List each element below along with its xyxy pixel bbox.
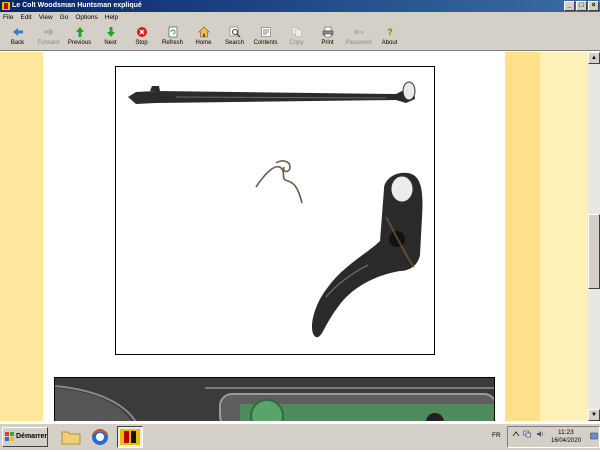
forward-button[interactable]: Forward [33, 23, 64, 51]
forward-label: Forward [37, 40, 60, 46]
menu-view[interactable]: View [39, 12, 53, 23]
maximize-button[interactable]: □ [576, 1, 587, 11]
next-button[interactable]: Next [95, 23, 126, 51]
clock-time[interactable]: 11:23 [558, 429, 574, 436]
refresh-button[interactable]: Refresh [157, 23, 188, 51]
menu-bar: File Edit View Go Options Help [0, 12, 600, 23]
password-label: Password [345, 40, 372, 46]
start-button[interactable]: Démarrer [2, 427, 48, 447]
left-decorative-stripe [0, 52, 43, 421]
stop-button[interactable]: Stop [126, 23, 157, 51]
tray-expand-icon[interactable] [512, 430, 520, 438]
windows-logo-icon [5, 432, 14, 441]
question-icon: ? [387, 27, 393, 37]
home-icon [197, 26, 210, 38]
refresh-icon [168, 26, 177, 38]
printer-icon [322, 26, 333, 38]
menu-options[interactable]: Options [75, 12, 97, 23]
previous-button[interactable]: Previous [64, 23, 95, 51]
about-label: About [381, 40, 398, 46]
vertical-scrollbar[interactable]: ▲ ▼ [588, 52, 600, 421]
search-icon [229, 26, 240, 38]
parts-photo-drawing [128, 81, 423, 338]
contents-button[interactable]: Contents [250, 23, 281, 51]
mechanism-diagram [54, 377, 495, 421]
scroll-up-arrow[interactable]: ▲ [588, 52, 600, 64]
copy-label: Copy [289, 40, 304, 46]
window-titlebar: Le Colt Woodsman Huntsman expliqué _ □ × [0, 0, 600, 12]
back-button[interactable]: Back [2, 23, 33, 51]
search-label: Search [224, 40, 244, 46]
browser-icon[interactable] [89, 427, 111, 447]
parts-photo [115, 66, 435, 355]
app-icon [2, 2, 10, 10]
stop-icon [136, 27, 147, 37]
menu-file[interactable]: File [3, 12, 13, 23]
close-button[interactable]: × [588, 1, 599, 11]
next-label: Next [104, 40, 117, 46]
previous-label: Previous [67, 40, 92, 46]
help-content-pane [0, 52, 588, 421]
start-label: Démarrer [16, 433, 48, 440]
copy-icon [291, 27, 302, 37]
toolbar: Back Forward Previous Next Stop Refresh … [0, 23, 600, 51]
forward-arrow-icon [43, 28, 54, 36]
folder-icon[interactable] [60, 427, 82, 447]
contents-icon [260, 27, 271, 37]
menu-edit[interactable]: Edit [20, 12, 31, 23]
up-arrow-icon [75, 27, 84, 37]
right-decorative-stripe [505, 52, 540, 421]
window-title: Le Colt Woodsman Huntsman expliqué [12, 2, 142, 9]
show-desktop-icon[interactable] [590, 432, 598, 440]
network-icon[interactable] [523, 430, 531, 438]
contents-label: Contents [253, 40, 278, 46]
right-decorative-stripe-light [540, 52, 588, 421]
language-indicator[interactable]: FR [492, 432, 501, 439]
clock-date[interactable]: 16/04/2020 [551, 438, 581, 444]
down-arrow-icon [106, 27, 115, 37]
volume-icon[interactable] [536, 430, 544, 438]
home-button[interactable]: Home [188, 23, 219, 51]
search-button[interactable]: Search [219, 23, 250, 51]
mechanism-diagram-drawing [55, 378, 494, 421]
print-label: Print [321, 40, 334, 46]
menu-help[interactable]: Help [105, 12, 118, 23]
svg-text:?: ? [387, 27, 393, 37]
taskbar: Démarrer FR 11:23 16/04/2020 [0, 423, 600, 450]
key-icon [353, 29, 364, 35]
scroll-thumb[interactable] [588, 214, 600, 289]
menu-go[interactable]: Go [60, 12, 69, 23]
back-label: Back [10, 40, 25, 46]
about-button[interactable]: ? About [374, 23, 405, 51]
scroll-down-arrow[interactable]: ▼ [588, 409, 600, 421]
minimize-button[interactable]: _ [564, 1, 575, 11]
system-tray [507, 426, 600, 448]
copy-button[interactable]: Copy [281, 23, 312, 51]
taskbar-app-button[interactable] [117, 426, 143, 448]
refresh-label: Refresh [161, 40, 183, 46]
stop-label: Stop [135, 40, 148, 46]
home-label: Home [195, 40, 212, 46]
help-app-icon [120, 429, 140, 445]
password-button[interactable]: Password [343, 23, 374, 51]
print-button[interactable]: Print [312, 23, 343, 51]
back-arrow-icon [12, 28, 23, 36]
